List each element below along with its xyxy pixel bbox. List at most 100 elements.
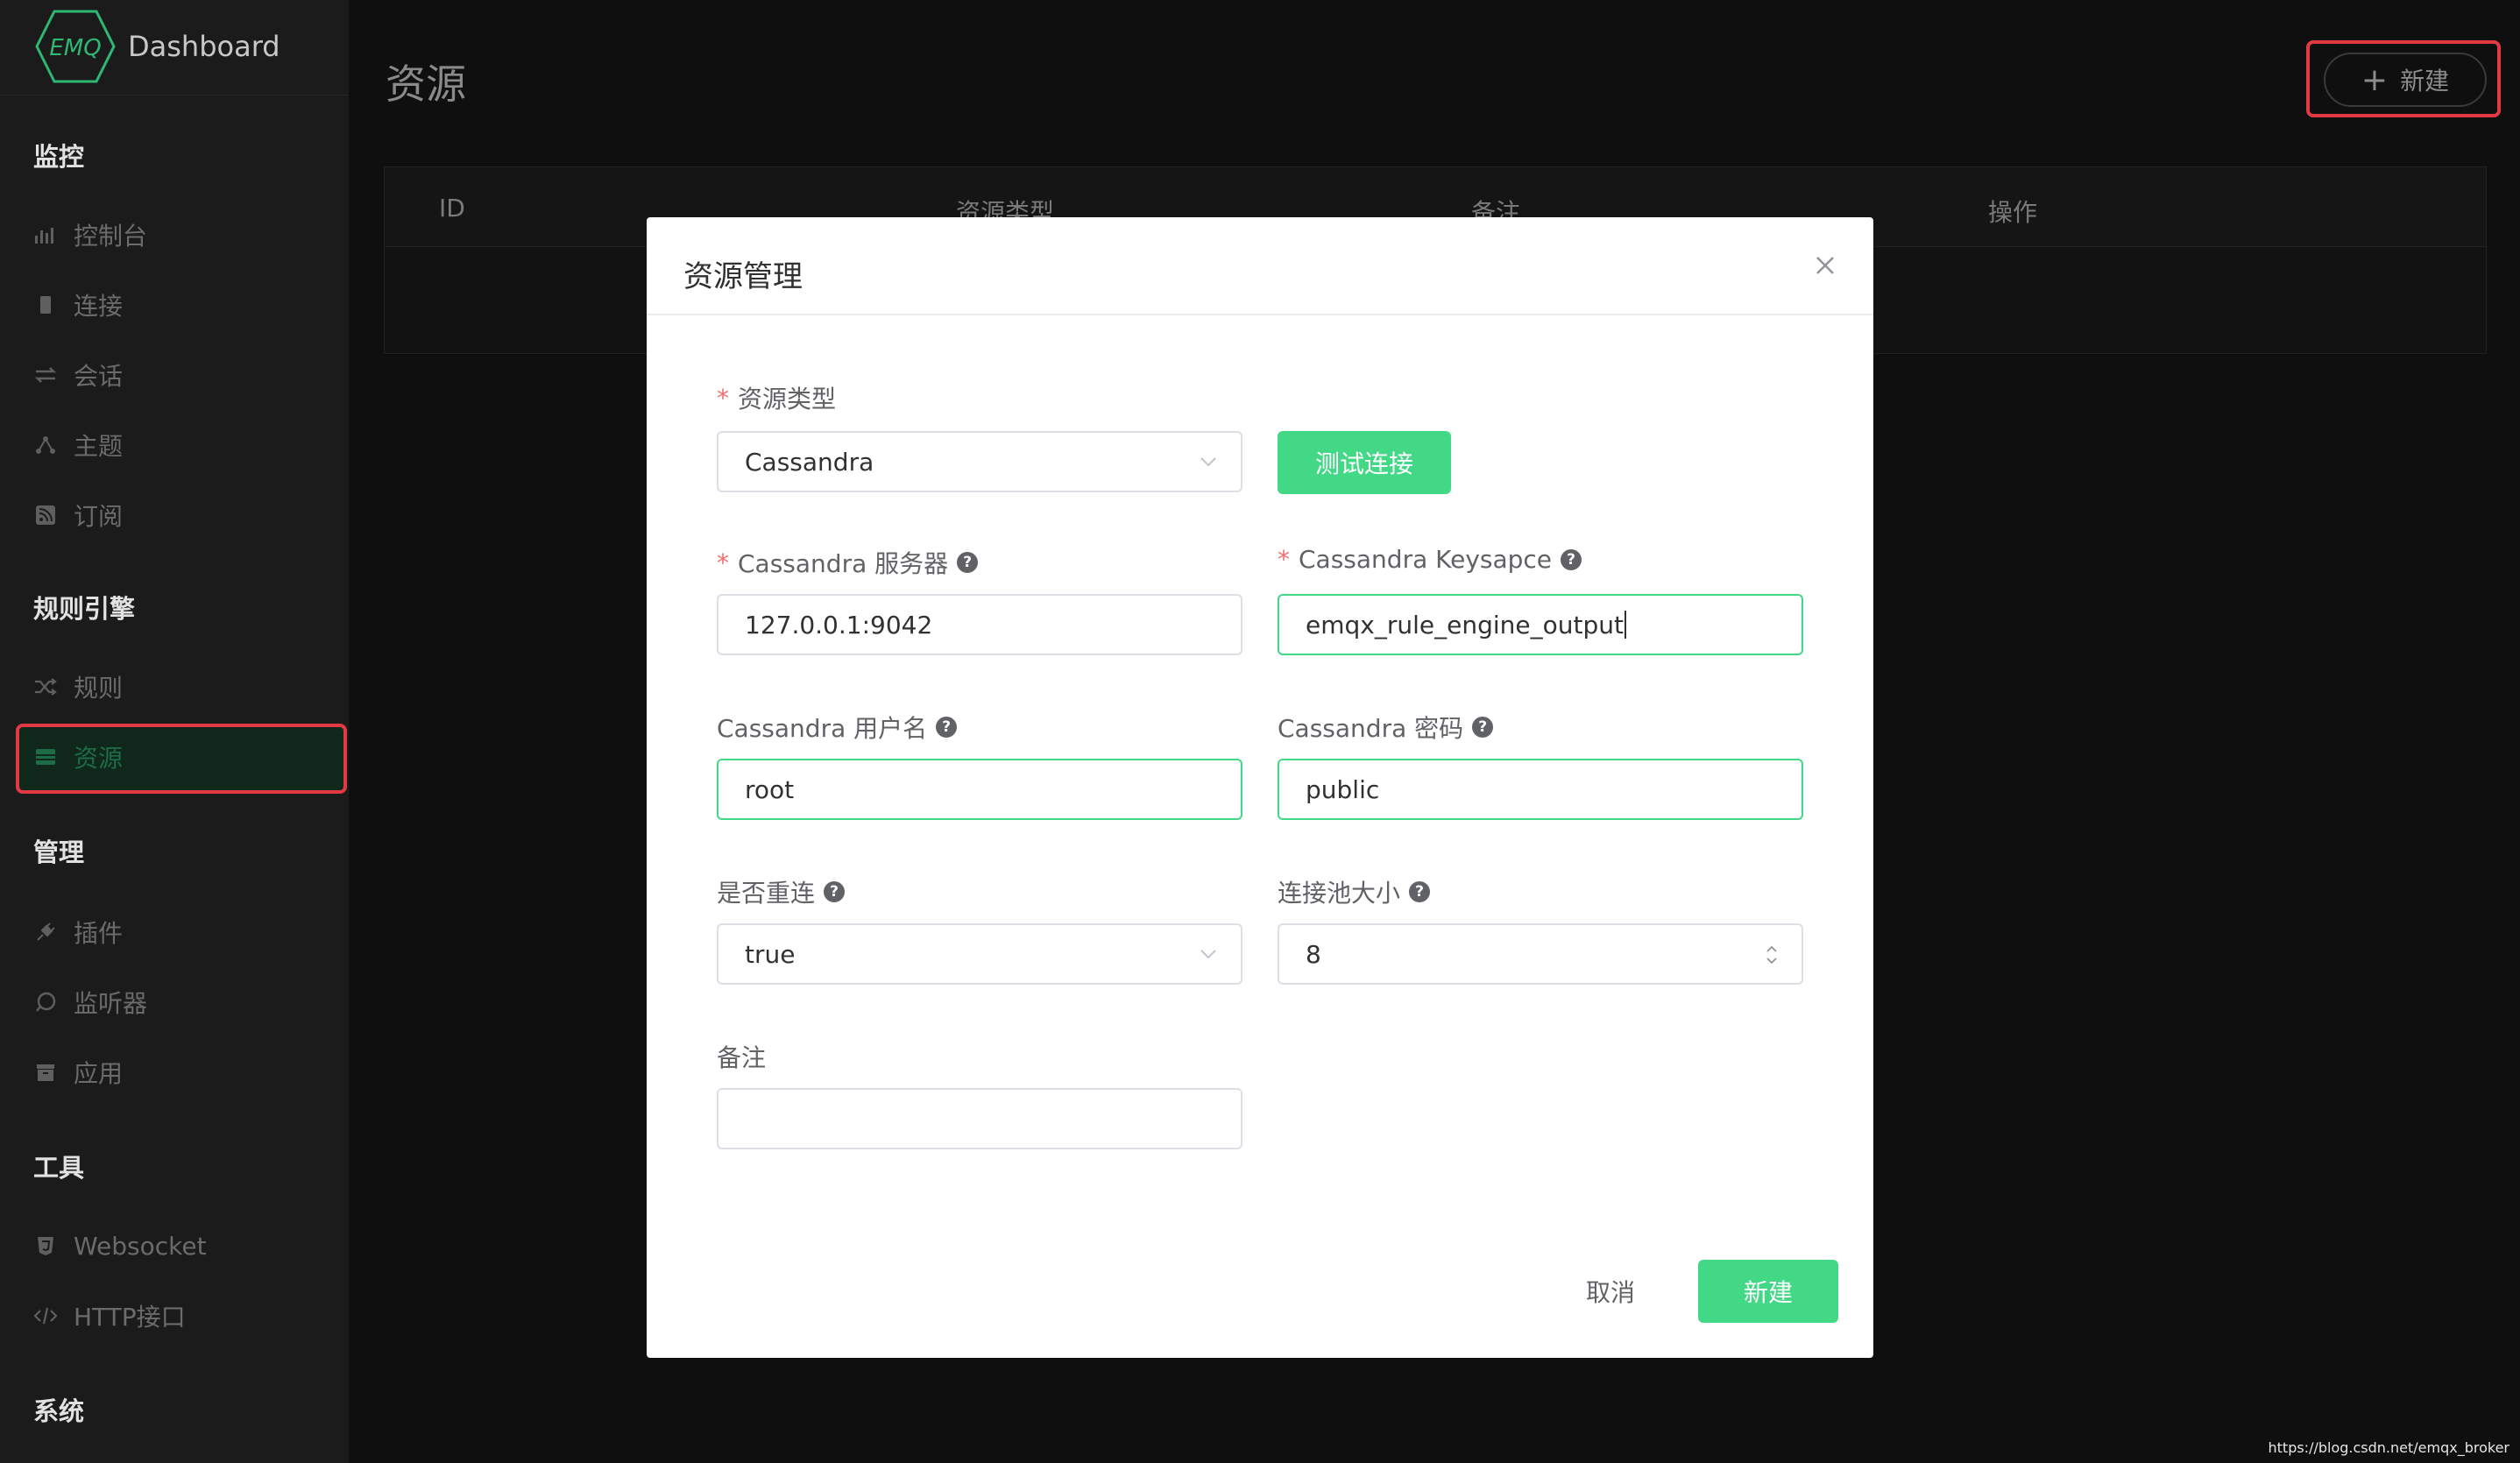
- auto-reconnect-label: 是否重连 ?: [717, 874, 846, 909]
- chat-bubble-icon: [33, 990, 58, 1014]
- logo-mark-text: EMQ: [49, 35, 101, 61]
- remark-label: 备注: [717, 1039, 766, 1074]
- section-monitor: 监控: [33, 142, 85, 172]
- emq-logo-icon: EMQ: [35, 10, 116, 83]
- logo[interactable]: EMQ Dashboard: [33, 7, 280, 86]
- topic-icon: [33, 433, 58, 457]
- sidebar-item-label: HTTP接口: [74, 1303, 186, 1332]
- sidebar-item-http-api[interactable]: HTTP接口: [33, 1295, 186, 1337]
- sidebar-item-resources[interactable]: 资源: [33, 736, 123, 778]
- sidebar-item-label: 主题: [74, 432, 124, 461]
- new-resource-button-label: 新建: [2400, 67, 2450, 95]
- server-label: * Cassandra 服务器 ?: [717, 545, 979, 580]
- required-mark: *: [717, 548, 729, 577]
- sidebar-item-label: 订阅: [74, 502, 124, 531]
- page-title: 资源: [386, 60, 466, 108]
- column-header-id: ID: [439, 194, 465, 223]
- help-icon[interactable]: ?: [824, 881, 846, 902]
- help-icon[interactable]: ?: [1472, 717, 1494, 738]
- label-text: 资源类型: [738, 385, 837, 413]
- select-value: true: [745, 939, 796, 969]
- sidebar-item-connections[interactable]: 连接: [33, 284, 123, 326]
- sidebar-item-label: 监听器: [74, 989, 148, 1018]
- shuffle-icon: [33, 675, 58, 699]
- resource-type-label: * 资源类型: [717, 380, 836, 415]
- sidebar-item-label: 资源: [74, 744, 124, 773]
- new-resource-button[interactable]: + 新建: [2324, 53, 2487, 107]
- test-connection-button[interactable]: 测试连接: [1278, 431, 1451, 494]
- sidebar-item-rules[interactable]: 规则: [33, 666, 123, 708]
- section-manage: 管理: [33, 838, 85, 867]
- exchange-icon: [33, 363, 58, 387]
- sidebar-item-label: 会话: [74, 362, 124, 391]
- archive-icon: [33, 1060, 58, 1085]
- chevron-down-icon: [1200, 950, 1216, 959]
- sidebar-item-websocket[interactable]: Websocket: [33, 1225, 207, 1267]
- password-label: Cassandra 密码 ?: [1278, 710, 1494, 745]
- cancel-button[interactable]: 取消: [1558, 1260, 1663, 1323]
- section-tools: 工具: [33, 1153, 85, 1183]
- help-icon[interactable]: ?: [1561, 548, 1582, 570]
- chevron-down-icon: [1200, 457, 1216, 467]
- sidebar-item-label: Websocket: [74, 1231, 207, 1261]
- text-cursor: [1624, 611, 1626, 639]
- sidebar-item-topics[interactable]: 主题: [33, 424, 123, 466]
- number-stepper-icon[interactable]: [1765, 943, 1779, 967]
- input-value: root: [745, 774, 795, 804]
- select-value: Cassandra: [745, 447, 874, 477]
- sidebar-item-label: 控制台: [74, 222, 148, 251]
- sidebar-item-label: 规则: [74, 674, 124, 703]
- input-value: emqx_rule_engine_output: [1306, 610, 1624, 640]
- label-text: 备注: [717, 1043, 767, 1072]
- section-rule-engine: 规则引擎: [33, 594, 136, 624]
- sidebar-item-applications[interactable]: 应用: [33, 1051, 123, 1093]
- label-text: 连接池大小: [1278, 879, 1401, 908]
- sidebar-item-label: 应用: [74, 1059, 124, 1088]
- label-text: Cassandra Keysapce: [1299, 545, 1553, 574]
- keyspace-input[interactable]: emqx_rule_engine_output: [1278, 594, 1803, 655]
- help-icon[interactable]: ?: [1409, 881, 1431, 902]
- help-icon[interactable]: ?: [957, 552, 979, 573]
- username-input[interactable]: root: [717, 759, 1242, 820]
- html5-icon: [33, 1233, 58, 1258]
- server-input[interactable]: 127.0.0.1:9042: [717, 594, 1242, 655]
- auto-reconnect-select[interactable]: true: [717, 923, 1242, 985]
- pool-size-input[interactable]: 8: [1278, 923, 1803, 985]
- resource-dialog: 资源管理 * 资源类型 Cassandra 测试连接 * Cassandra 服…: [647, 217, 1873, 1358]
- help-icon[interactable]: ?: [936, 717, 958, 738]
- remark-input[interactable]: [717, 1088, 1242, 1149]
- sidebar-item-plugins[interactable]: 插件: [33, 911, 123, 953]
- sidebar-item-sessions[interactable]: 会话: [33, 354, 123, 396]
- sidebar-item-subscriptions[interactable]: 订阅: [33, 494, 123, 536]
- plug-connection-icon: [33, 293, 58, 317]
- rss-icon: [33, 503, 58, 527]
- plus-icon: +: [2361, 61, 2389, 98]
- section-system: 系统: [33, 1396, 85, 1426]
- database-icon: [33, 745, 58, 769]
- sidebar-item-console[interactable]: 控制台: [33, 214, 147, 256]
- label-text: Cassandra 密码: [1278, 714, 1464, 743]
- password-input[interactable]: public: [1278, 759, 1803, 820]
- plug-icon: [33, 920, 58, 944]
- input-value: 8: [1306, 939, 1321, 969]
- dialog-header: 资源管理: [647, 217, 1873, 315]
- sidebar-item-label: 连接: [74, 292, 124, 321]
- sidebar: EMQ Dashboard 监控 控制台 连接 会话 主题 订阅 规则引擎 规则…: [0, 0, 349, 1463]
- bar-chart-icon: [33, 223, 58, 247]
- app-title: Dashboard: [128, 30, 280, 63]
- submit-button[interactable]: 新建: [1698, 1260, 1838, 1323]
- sidebar-item-listeners[interactable]: 监听器: [33, 981, 147, 1023]
- label-text: Cassandra 服务器: [738, 549, 949, 578]
- pool-size-label: 连接池大小 ?: [1278, 874, 1431, 909]
- column-header-actions: 操作: [1988, 198, 2038, 227]
- input-value: public: [1306, 774, 1380, 804]
- resource-type-select[interactable]: Cassandra: [717, 431, 1242, 492]
- label-text: Cassandra 用户名: [717, 714, 928, 743]
- sidebar-item-label: 插件: [74, 919, 124, 948]
- username-label: Cassandra 用户名 ?: [717, 710, 958, 745]
- close-icon[interactable]: [1810, 251, 1840, 280]
- required-mark: *: [717, 383, 729, 413]
- input-value: 127.0.0.1:9042: [745, 610, 933, 640]
- keyspace-label: * Cassandra Keysapce ?: [1278, 545, 1582, 574]
- dialog-title: 资源管理: [683, 259, 803, 294]
